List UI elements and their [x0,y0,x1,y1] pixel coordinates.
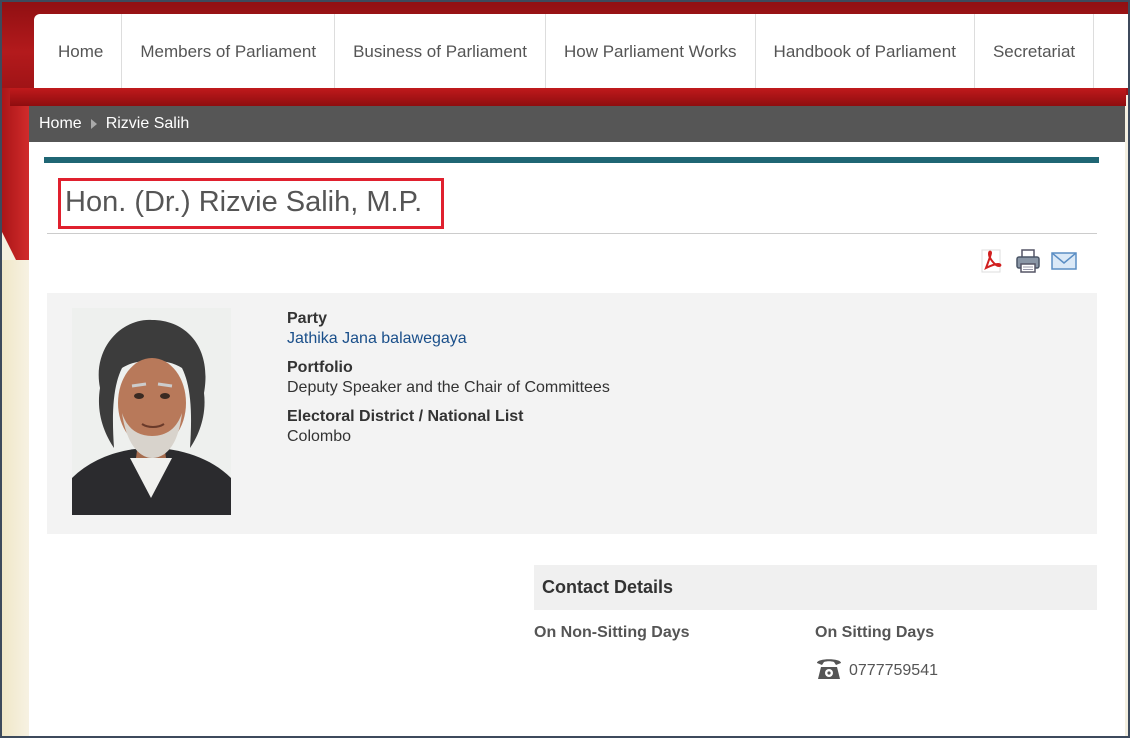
portfolio-value: Deputy Speaker and the Chair of Committe… [287,379,610,396]
sitting-phone-row: 0777759541 [815,655,938,686]
header-divider-bar [10,88,1126,106]
breadcrumb-current: Rizvie Salih [105,115,190,132]
telephone-icon [815,655,843,686]
nav-item-members[interactable]: Members of Parliament [122,14,336,88]
party-label: Party [287,310,328,327]
main-navigation: Home Members of Parliament Business of P… [34,14,1130,88]
member-info-panel: Party Jathika Jana balawegaya Portfolio … [47,293,1097,534]
contact-details-heading: Contact Details [534,565,1097,610]
main-content: Home Rizvie Salih Hon. (Dr.) Rizvie Sali… [29,106,1125,738]
title-accent-line [44,157,1099,163]
page-left-margin [0,260,30,738]
title-divider [47,233,1097,234]
header-side-ribbon [0,88,30,288]
non-sitting-days-heading: On Non-Sitting Days [534,624,690,641]
portfolio-label: Portfolio [287,359,353,376]
print-icon[interactable] [1015,248,1041,274]
email-icon[interactable] [1051,248,1077,274]
sitting-days-heading: On Sitting Days [815,624,935,641]
breadcrumb-arrow-icon [90,119,97,129]
nav-item-home[interactable]: Home [34,14,123,88]
nav-item-business[interactable]: Business of Parliament [335,14,546,88]
breadcrumb: Home Rizvie Salih [29,106,1125,142]
party-link[interactable]: Jathika Jana balawegaya [287,328,610,349]
district-label: Electoral District / National List [287,408,524,425]
nav-item-handbook[interactable]: Handbook of Parliament [756,14,975,88]
pdf-icon[interactable] [979,248,1005,274]
breadcrumb-home-link[interactable]: Home [29,115,82,133]
nav-item-how-parliament-works[interactable]: How Parliament Works [546,14,756,88]
district-value: Colombo [287,428,352,445]
page-tools [979,248,1077,274]
page-title: Hon. (Dr.) Rizvie Salih, M.P. [65,186,423,218]
sitting-phone-number[interactable]: 0777759541 [849,662,938,680]
member-portrait [72,308,231,515]
member-fields: Party Jathika Jana balawegaya Portfolio … [287,309,610,447]
nav-item-secretariat[interactable]: Secretariat [975,14,1095,88]
